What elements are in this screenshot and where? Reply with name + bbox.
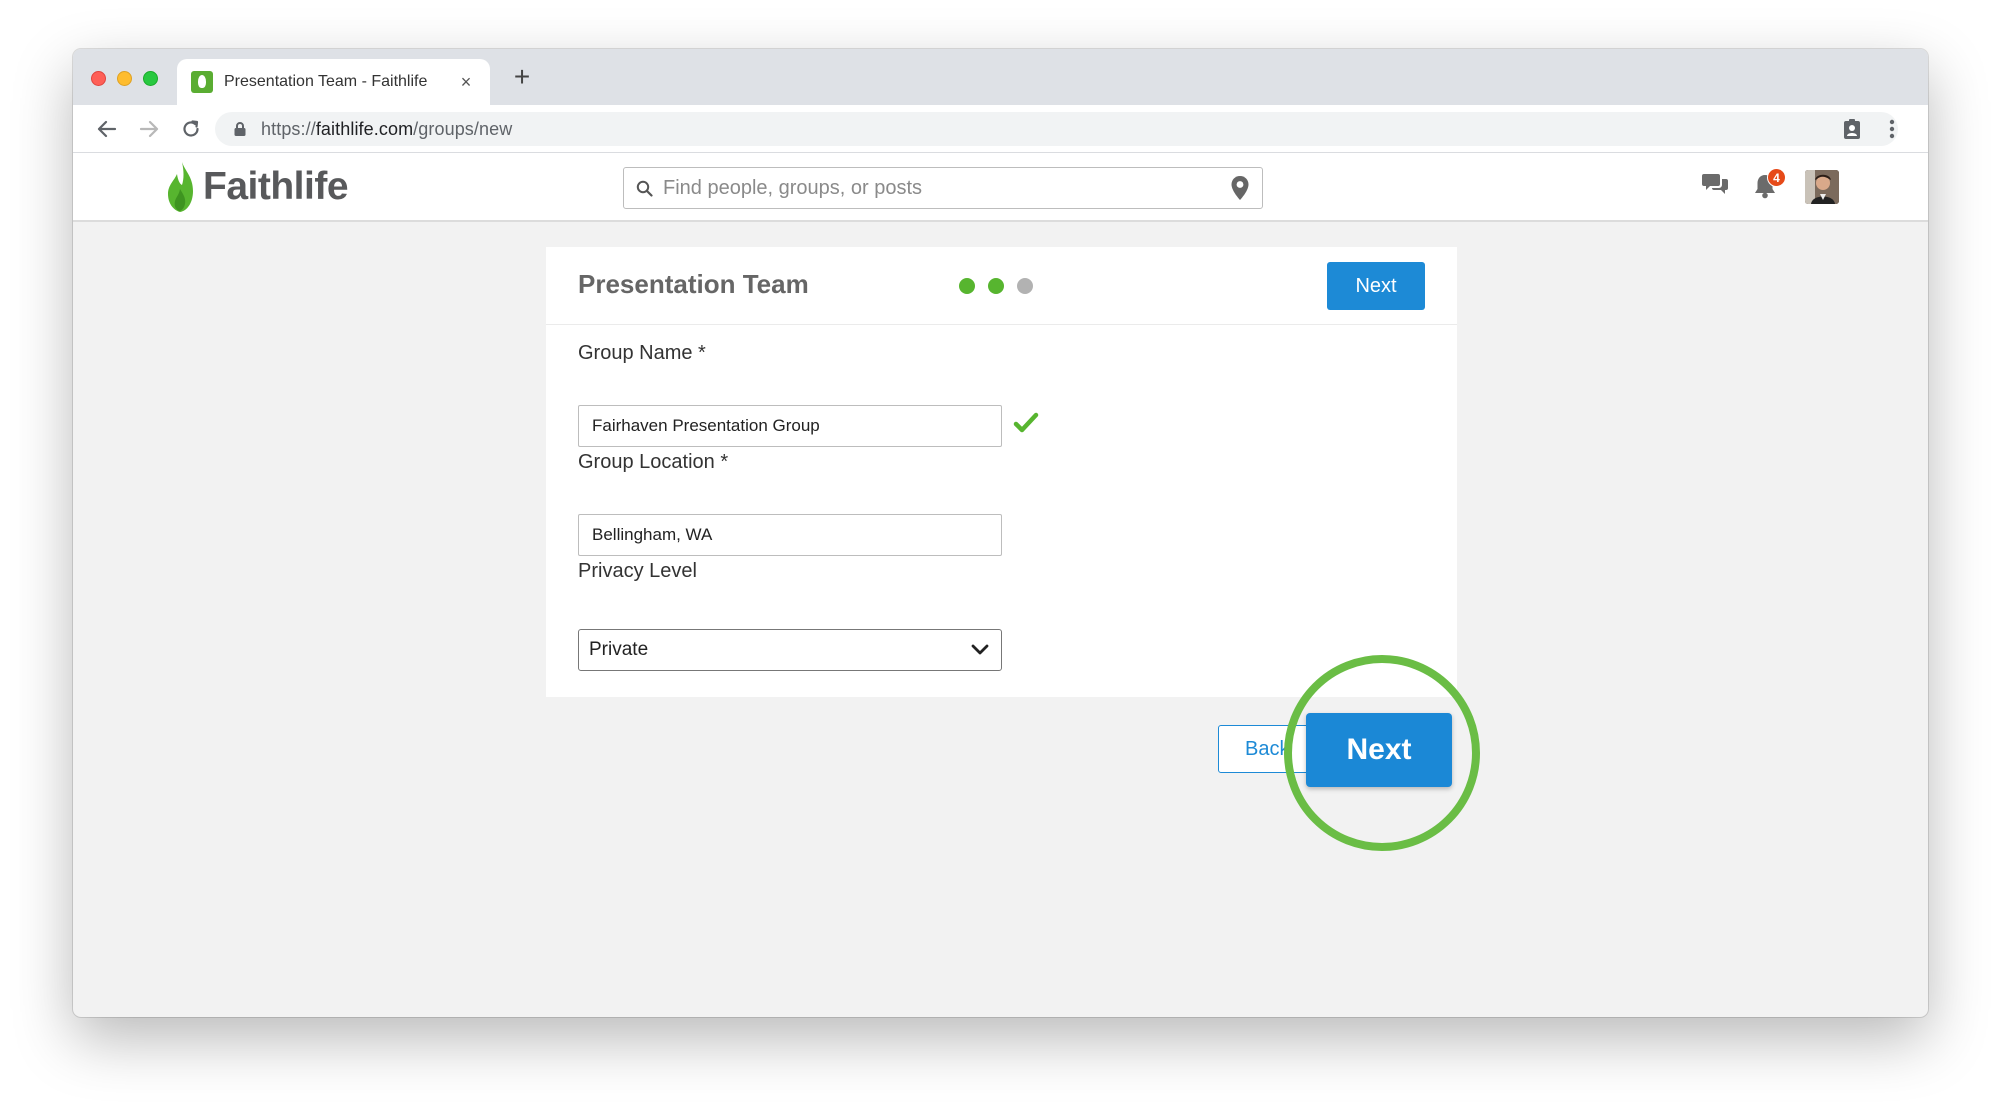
create-group-card: Presentation Team Next Group Name * Grou… [546, 247, 1457, 697]
user-avatar[interactable] [1805, 170, 1839, 204]
flame-logo-icon [168, 162, 193, 212]
tab-strip: Presentation Team - Faithlife × + [73, 49, 1928, 105]
group-location-label: Group Location * [578, 451, 729, 473]
close-window-button[interactable] [91, 71, 106, 86]
messages-icon[interactable] [1701, 171, 1729, 202]
new-tab-button[interactable]: + [506, 61, 538, 93]
search-box[interactable] [623, 167, 1263, 209]
step-dot-3 [1017, 278, 1033, 294]
search-icon [636, 180, 653, 197]
step-dot-1 [959, 278, 975, 294]
faithlife-logo[interactable]: Faithlife [165, 160, 349, 214]
browser-tab[interactable]: Presentation Team - Faithlife × [177, 59, 490, 105]
faithlife-favicon-icon [191, 71, 213, 93]
logo-text: Faithlife [203, 165, 349, 208]
step-progress-dots [959, 278, 1033, 294]
privacy-level-value: Private [589, 639, 649, 660]
next-button[interactable]: Next [1306, 713, 1452, 787]
url-scheme: https:// [261, 118, 316, 139]
browser-window: Presentation Team - Faithlife × + https:… [73, 49, 1928, 1017]
card-header: Presentation Team Next [546, 247, 1457, 325]
site-header: Faithlife 4 [73, 153, 1928, 222]
back-arrow-icon[interactable] [93, 115, 121, 143]
minimize-window-button[interactable] [117, 71, 132, 86]
forward-arrow-icon[interactable] [135, 115, 163, 143]
reload-icon[interactable] [177, 115, 205, 143]
valid-checkmark-icon [1013, 412, 1039, 433]
notification-count-badge: 4 [1767, 168, 1786, 187]
search-input[interactable] [663, 176, 1230, 200]
extension-badge-icon[interactable] [1838, 115, 1866, 143]
tab-close-icon[interactable]: × [456, 72, 476, 93]
privacy-level-select[interactable]: Private [578, 629, 1002, 671]
more-menu-icon[interactable] [1878, 115, 1906, 143]
header-next-button[interactable]: Next [1327, 262, 1425, 310]
browser-toolbar: https://faithlife.com/groups/new [73, 105, 1928, 153]
address-bar[interactable]: https://faithlife.com/groups/new [215, 112, 1898, 146]
step-dot-2 [988, 278, 1004, 294]
page-title: Presentation Team [578, 269, 809, 299]
url-host: faithlife.com [315, 118, 414, 139]
lock-icon [233, 121, 247, 137]
zoom-window-button[interactable] [143, 71, 158, 86]
url-text: https://faithlife.com/groups/new [261, 119, 512, 140]
privacy-level-label: Privacy Level [578, 560, 697, 582]
location-pin-icon[interactable] [1230, 175, 1250, 201]
group-name-label: Group Name * [578, 342, 706, 364]
url-path: /groups/new [413, 118, 513, 139]
group-name-input[interactable] [578, 405, 1002, 447]
tab-title: Presentation Team - Faithlife [224, 73, 428, 90]
group-location-input[interactable] [578, 514, 1002, 556]
chevron-down-icon [971, 644, 989, 655]
